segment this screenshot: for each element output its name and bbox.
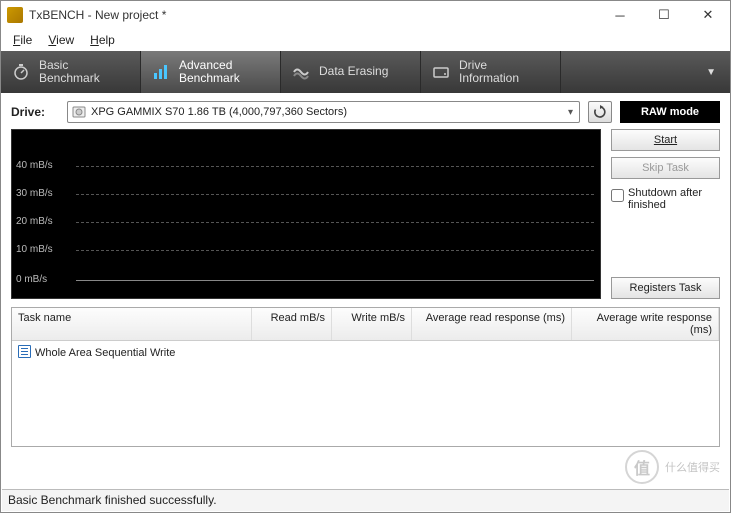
task-table: Task name Read mB/s Write mB/s Average r…	[11, 307, 720, 447]
cell-read	[252, 341, 332, 363]
col-write[interactable]: Write mB/s	[332, 308, 412, 340]
drive-label: Drive:	[11, 105, 59, 119]
menu-file[interactable]: File	[5, 31, 40, 49]
menu-bar: File View Help	[1, 29, 730, 51]
ytick-30: 30 mB/s	[16, 188, 53, 199]
tab-data-erasing[interactable]: Data Erasing	[281, 51, 421, 93]
chevron-down-icon: ▼	[706, 67, 716, 78]
col-avg-read[interactable]: Average read response (ms)	[412, 308, 572, 340]
cell-avg-read	[412, 341, 572, 363]
col-avg-write[interactable]: Average write response (ms)	[572, 308, 719, 340]
watermark-text: 什么值得买	[665, 459, 720, 475]
tab-drive-information[interactable]: DriveInformation	[421, 51, 561, 93]
clipboard-icon	[18, 345, 31, 358]
menu-view[interactable]: View	[40, 31, 82, 49]
table-header: Task name Read mB/s Write mB/s Average r…	[12, 308, 719, 341]
tab-label: BasicBenchmark	[39, 59, 100, 85]
raw-mode-button[interactable]: RAW mode	[620, 101, 720, 123]
side-controls: Start Skip Task Shutdown after finished …	[611, 129, 720, 299]
cell-task-name: Whole Area Sequential Write	[35, 347, 175, 359]
title-bar: TxBENCH - New project * ─ ☐ ✕	[1, 1, 730, 29]
shutdown-checkbox-label: Shutdown after finished	[628, 187, 720, 211]
tab-advanced-benchmark[interactable]: AdvancedBenchmark	[141, 51, 281, 93]
refresh-button[interactable]	[588, 101, 612, 123]
table-row[interactable]: Whole Area Sequential Write	[12, 341, 719, 363]
skip-task-button[interactable]: Skip Task	[611, 157, 720, 179]
chart-row: 40 mB/s 30 mB/s 20 mB/s 10 mB/s 0 mB/s S…	[1, 129, 730, 299]
start-button[interactable]: Start	[611, 129, 720, 151]
app-icon	[7, 7, 23, 23]
tab-bar: BasicBenchmark AdvancedBenchmark Data Er…	[1, 51, 730, 93]
cell-write	[332, 341, 412, 363]
shutdown-checkbox[interactable]: Shutdown after finished	[611, 187, 720, 211]
drive-selected-text: XPG GAMMIX S70 1.86 TB (4,000,797,360 Se…	[91, 106, 566, 118]
bars-icon	[151, 62, 171, 82]
stopwatch-icon	[11, 62, 31, 82]
watermark: 值 什么值得买	[625, 450, 720, 484]
status-bar: Basic Benchmark finished successfully.	[2, 489, 729, 511]
tab-basic-benchmark[interactable]: BasicBenchmark	[1, 51, 141, 93]
menu-help[interactable]: Help	[82, 31, 123, 49]
throughput-chart: 40 mB/s 30 mB/s 20 mB/s 10 mB/s 0 mB/s	[11, 129, 601, 299]
col-read[interactable]: Read mB/s	[252, 308, 332, 340]
tab-label: AdvancedBenchmark	[179, 59, 240, 85]
tab-overflow[interactable]: ▼	[561, 51, 730, 93]
registers-task-button[interactable]: Registers Task	[611, 277, 720, 299]
ytick-40: 40 mB/s	[16, 160, 53, 171]
tab-label: Data Erasing	[319, 65, 388, 78]
close-button[interactable]: ✕	[686, 1, 730, 29]
hdd-icon	[72, 105, 86, 119]
chevron-down-icon: ▾	[566, 107, 575, 118]
drive-icon	[431, 62, 451, 82]
ytick-0: 0 mB/s	[16, 274, 47, 285]
shutdown-checkbox-input[interactable]	[611, 189, 624, 202]
refresh-icon	[593, 105, 607, 119]
watermark-icon: 值	[625, 450, 659, 484]
ytick-10: 10 mB/s	[16, 244, 53, 255]
tab-label: DriveInformation	[459, 59, 519, 85]
ytick-20: 20 mB/s	[16, 216, 53, 227]
col-task-name[interactable]: Task name	[12, 308, 252, 340]
erase-icon	[291, 62, 311, 82]
drive-row: Drive: XPG GAMMIX S70 1.86 TB (4,000,797…	[1, 93, 730, 129]
minimize-button[interactable]: ─	[598, 1, 642, 29]
maximize-button[interactable]: ☐	[642, 1, 686, 29]
window-title: TxBENCH - New project *	[29, 8, 598, 22]
cell-avg-write	[572, 341, 719, 363]
drive-select[interactable]: XPG GAMMIX S70 1.86 TB (4,000,797,360 Se…	[67, 101, 580, 123]
